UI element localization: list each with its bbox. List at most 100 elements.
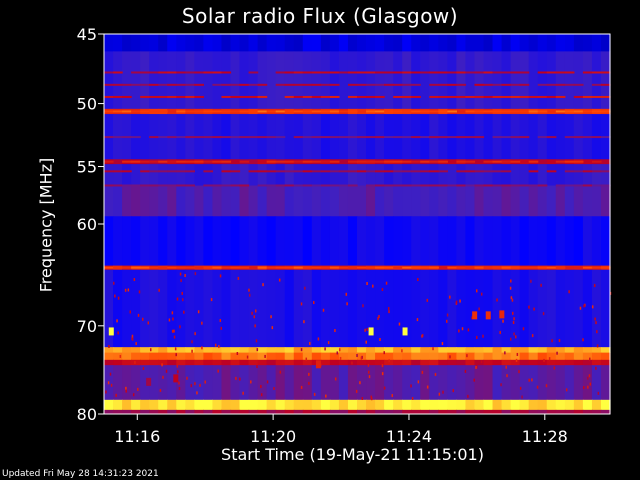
heatmap-speckle <box>522 327 525 331</box>
heatmap-band-cell <box>402 269 412 348</box>
heatmap-band-cell <box>546 399 557 411</box>
heatmap-line-cell <box>447 110 457 113</box>
heatmap-band-cell <box>212 164 223 186</box>
heatmap-line-cell <box>384 160 394 163</box>
heatmap-speckle <box>587 376 589 380</box>
heatmap-band-cell <box>555 365 566 401</box>
heatmap-band-cell <box>447 51 457 110</box>
heatmap-line-cell <box>384 110 394 113</box>
heatmap-band-cell <box>564 51 575 110</box>
heatmap-band-cell <box>158 347 168 354</box>
heatmap-speckle <box>589 357 591 361</box>
heatmap-line-cell <box>248 83 259 86</box>
heatmap-band-cell <box>203 34 214 52</box>
heatmap-line-cell <box>230 184 241 187</box>
heatmap-line-cell <box>158 95 168 98</box>
heatmap-line-cell <box>600 184 611 187</box>
heatmap-speckle <box>325 394 327 398</box>
heatmap-band-cell <box>284 34 295 52</box>
heatmap-speckle <box>383 351 385 355</box>
heatmap-line-cell <box>347 184 358 187</box>
heatmap-band-cell <box>284 164 295 186</box>
heatmap-line-cell <box>591 266 602 269</box>
heatmap-speckle <box>218 345 220 349</box>
heatmap-line-cell <box>474 184 485 187</box>
heatmap-band-cell <box>600 51 611 110</box>
heatmap-band-cell <box>393 269 403 348</box>
heatmap-band-cell <box>447 159 457 165</box>
heatmap-speckle <box>509 337 512 341</box>
heatmap-line-cell <box>546 71 557 74</box>
heatmap-band-cell <box>537 216 548 266</box>
heatmap-band-cell <box>140 164 150 186</box>
heatmap-line-cell <box>122 160 132 163</box>
heatmap-band-cell <box>239 347 250 354</box>
heatmap-line-cell <box>113 71 123 74</box>
heatmap-speckle <box>256 348 259 352</box>
heatmap-band-cell <box>104 164 114 186</box>
heatmap-band-cell <box>465 365 476 401</box>
heatmap-line-cell <box>266 110 277 113</box>
heatmap-speckle <box>528 305 530 309</box>
heatmap-speckle <box>201 321 203 325</box>
heatmap-band-cell <box>266 164 277 186</box>
heatmap-speckle <box>548 357 551 361</box>
heatmap-band-cell <box>546 108 557 115</box>
heatmap-line-cell <box>582 184 593 187</box>
heatmap-band-cell <box>366 269 376 348</box>
heatmap-line-cell <box>329 266 340 269</box>
heatmap-line-cell <box>149 136 159 139</box>
heatmap-line-cell <box>519 266 530 269</box>
heatmap-band-cell <box>546 365 557 401</box>
heatmap-band-cell <box>194 359 204 366</box>
heatmap-band-cell <box>275 164 286 186</box>
heatmap-speckle <box>387 307 390 311</box>
heatmap-speckle <box>313 301 315 305</box>
heatmap-band-cell <box>510 34 521 52</box>
heatmap-band-cell <box>329 347 340 354</box>
heatmap-speckle <box>536 385 539 389</box>
heatmap-band-cell <box>167 359 177 366</box>
heatmap-line-cell <box>320 71 331 74</box>
heatmap-band-cell <box>483 352 494 361</box>
heatmap-line-cell <box>113 266 123 269</box>
heatmap-speckle <box>381 372 384 376</box>
heatmap-line-cell <box>194 95 204 98</box>
heatmap-speckle <box>588 374 591 378</box>
heatmap-speckle <box>220 326 223 330</box>
heatmap-band-cell <box>600 365 611 401</box>
heatmap-line-cell <box>582 71 593 74</box>
heatmap-line-cell <box>564 136 575 139</box>
heatmap-line-cell <box>302 160 313 163</box>
heatmap-line-cell <box>221 136 232 139</box>
heatmap-band-cell <box>600 185 611 217</box>
burst-mark <box>368 327 374 336</box>
heatmap-speckle <box>191 349 193 353</box>
heatmap-speckle <box>273 387 275 391</box>
heatmap-line-cell <box>248 71 259 74</box>
heatmap-speckle <box>530 279 532 283</box>
heatmap-band-cell <box>411 185 421 217</box>
heatmap-line-cell <box>528 160 539 163</box>
heatmap-line-cell <box>510 266 521 269</box>
heatmap-band-cell <box>221 365 232 401</box>
heatmap-speckle <box>124 288 127 292</box>
heatmap-band-cell <box>357 365 367 401</box>
heatmap-line-cell <box>347 266 358 269</box>
heatmap-line-cell <box>329 71 340 74</box>
heatmap-band-cell <box>537 185 548 217</box>
heatmap-line-cell <box>492 184 503 187</box>
heatmap-line-cell <box>185 83 195 86</box>
heatmap-band-cell <box>456 347 467 354</box>
spectrogram-plot: 45 50 55 60 70 80 11:16 11:20 11:24 11:28 <box>77 25 612 446</box>
heatmap-band-cell <box>185 51 195 110</box>
heatmap-band-cell <box>564 269 575 348</box>
heatmap-speckle <box>177 370 179 374</box>
heatmap-band-cell <box>573 269 584 348</box>
heatmap-band-cell <box>347 51 358 110</box>
heatmap-line-cell <box>447 71 457 74</box>
heatmap-band-cell <box>591 347 602 354</box>
heatmap-band-cell <box>573 265 584 271</box>
heatmap-line-cell <box>131 160 141 163</box>
heatmap-line-cell <box>266 266 277 269</box>
